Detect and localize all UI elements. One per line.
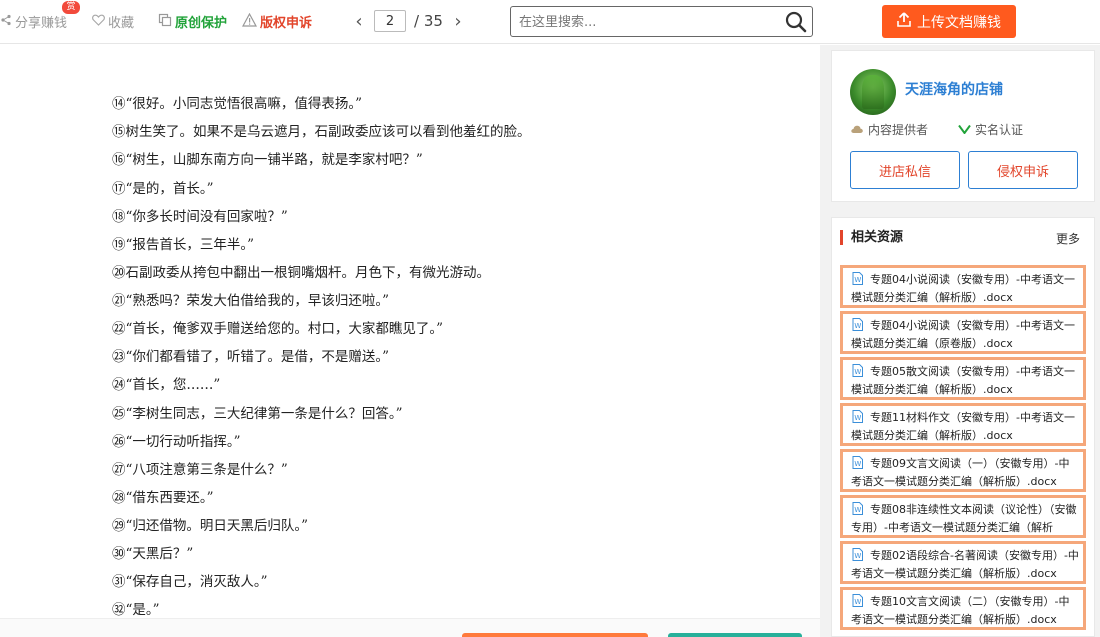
doc-line: ㉘“借东西要还。” <box>112 490 214 506</box>
doc-line: ㉒“首长，俺爹双手赠送给您的。村口，大家都瞧见了。” <box>112 321 444 337</box>
doc-line: ⑱“你多长时间没有回家啦？” <box>112 209 288 225</box>
upload-icon <box>897 12 911 31</box>
page-navigator: ‹ / 35 › <box>352 8 465 34</box>
related-item-title: 专题02语段综合-名著阅读（安徽专用）-中考语文一模试题分类汇编（解析版）.do… <box>851 549 1079 580</box>
search-input[interactable] <box>519 12 779 32</box>
word-doc-icon: W <box>852 272 863 285</box>
word-doc-icon: W <box>852 548 863 561</box>
favorite-label: 收藏 <box>108 16 135 31</box>
search-icon[interactable] <box>784 10 808 34</box>
copy-protect-icon <box>158 13 172 31</box>
doc-line: ㉚“天黑后？” <box>112 546 194 562</box>
favorite-button[interactable]: 收藏 <box>92 12 134 31</box>
doc-line: ⑳石副政委从挎包中翻出一根铜嘴烟杆。月色下，有微光游动。 <box>112 265 490 281</box>
doc-line: ㉗“八项注意第三条是什么？” <box>112 462 288 478</box>
upload-document-button[interactable]: 上传文档赚钱 <box>882 5 1016 38</box>
shop-avatar[interactable] <box>850 69 896 115</box>
related-item[interactable]: W 专题08非连续性文本阅读（议论性）（安徽专用）-中考语文一模试题分类汇编（解析 <box>840 495 1086 538</box>
svg-text:W: W <box>854 322 861 330</box>
related-item[interactable]: W 专题02语段综合-名著阅读（安徽专用）-中考语文一模试题分类汇编（解析版）.d… <box>840 541 1086 584</box>
top-toolbar: 分享赚钱 赏 收藏 原创保护 版权申诉 ‹ / 35 › 上传文档赚钱 <box>0 0 1100 44</box>
word-doc-icon: W <box>852 364 863 377</box>
copyright-complaint-label: 版权申诉 <box>260 16 313 31</box>
word-doc-icon: W <box>852 502 863 515</box>
svg-text:W: W <box>854 368 861 376</box>
svg-text:W: W <box>854 552 861 560</box>
infringement-complaint-button[interactable]: 侵权申诉 <box>968 151 1078 189</box>
word-doc-icon: W <box>852 594 863 607</box>
share-earn-label: 分享赚钱 <box>15 16 68 31</box>
related-item[interactable]: W 专题04小说阅读（安徽专用）-中考语文一模试题分类汇编（原卷版）.docx <box>840 311 1086 354</box>
cloud-icon <box>850 123 864 137</box>
related-item-title: 专题10文言文阅读（二）（安徽专用）-中考语文一模试题分类汇编（解析版）.doc… <box>851 595 1070 626</box>
shop-message-button[interactable]: 进店私信 <box>850 151 960 189</box>
doc-line: ⑭“很好。小同志觉悟很高嘛，值得表扬。” <box>112 96 363 112</box>
reward-badge: 赏 <box>62 1 80 14</box>
search-box <box>510 6 813 37</box>
svg-text:W: W <box>854 414 861 422</box>
doc-line: ㉖“一切行动听指挥。” <box>112 434 241 450</box>
page-total: / 35 <box>414 12 443 30</box>
share-earn-button[interactable]: 分享赚钱 <box>0 12 67 31</box>
secondary-button-partial[interactable] <box>668 633 802 637</box>
verified-label: 实名认证 <box>975 123 1024 137</box>
svg-text:W: W <box>854 276 861 284</box>
next-page-icon[interactable]: › <box>451 11 465 32</box>
shop-name-link[interactable]: 天涯海角的店铺 <box>905 79 1003 99</box>
doc-line: ⑯“树生，山脚东南方向一铺半路，就是李家村吧？” <box>112 152 423 168</box>
more-link[interactable]: 更多 <box>1056 230 1080 247</box>
verified-tag: 实名认证 <box>958 121 1023 138</box>
content-provider-tag: 内容提供者 <box>850 121 928 138</box>
upload-label: 上传文档赚钱 <box>917 14 1001 31</box>
related-item[interactable]: W 专题09文言文阅读（一）（安徽专用）-中考语文一模试题分类汇编（解析版）.do… <box>840 449 1086 492</box>
related-item-title: 专题08非连续性文本阅读（议论性）（安徽专用）-中考语文一模试题分类汇编（解析 <box>851 503 1077 534</box>
page-number-input[interactable] <box>374 10 406 32</box>
related-resources-panel: 相关资源 更多 W 专题04小说阅读（安徽专用）-中考语文一模试题分类汇编（解析版… <box>831 217 1095 637</box>
share-icon <box>0 14 12 30</box>
content-provider-label: 内容提供者 <box>868 123 929 137</box>
word-doc-icon: W <box>852 456 863 469</box>
svg-text:W: W <box>854 460 861 468</box>
doc-line: ㉛“保存自己，消灭敌人。” <box>112 574 268 590</box>
doc-line: ㉓“你们都看错了，听错了。是借，不是赠送。” <box>112 349 390 365</box>
word-doc-icon: W <box>852 410 863 423</box>
related-item-title: 专题11材料作文（安徽专用）-中考语文一模试题分类汇编（解析版）.docx <box>851 411 1075 442</box>
warning-icon <box>241 12 258 31</box>
doc-line: ⑮树生笑了。如果不是乌云遮月，石副政委应该可以看到他羞红的脸。 <box>112 124 531 140</box>
related-title: 相关资源 <box>840 230 903 245</box>
doc-line: ⑲“报告首长，三年半。” <box>112 237 255 253</box>
check-icon <box>958 123 971 137</box>
doc-line: ㉔“首长，您……” <box>112 377 221 393</box>
svg-text:W: W <box>854 598 861 606</box>
svg-text:W: W <box>854 506 861 514</box>
download-button-partial[interactable] <box>462 633 648 637</box>
heart-icon <box>92 14 105 30</box>
related-item-title: 专题04小说阅读（安徽专用）-中考语文一模试题分类汇编（原卷版）.docx <box>851 319 1075 350</box>
related-item[interactable]: W 专题11材料作文（安徽专用）-中考语文一模试题分类汇编（解析版）.docx <box>840 403 1086 446</box>
copyright-complaint-link[interactable]: 版权申诉 <box>241 12 313 31</box>
related-item-title: 专题05散文阅读（安徽专用）-中考语文一模试题分类汇编（解析版）.docx <box>851 365 1075 396</box>
related-item[interactable]: W 专题05散文阅读（安徽专用）-中考语文一模试题分类汇编（解析版）.docx <box>840 357 1086 400</box>
prev-page-icon[interactable]: ‹ <box>352 11 366 32</box>
related-item[interactable]: W 专题04小说阅读（安徽专用）-中考语文一模试题分类汇编（解析版）.docx <box>840 265 1086 308</box>
related-item-title: 专题04小说阅读（安徽专用）-中考语文一模试题分类汇编（解析版）.docx <box>851 273 1075 304</box>
doc-line: ⑰“是的，首长。” <box>112 181 214 197</box>
word-doc-icon: W <box>852 318 863 331</box>
doc-line: ㉑“熟悉吗？荣发大伯借给我的，早该归还啦。” <box>112 293 390 309</box>
doc-line: ㉕“李树生同志，三大纪律第一条是什么？回答。” <box>112 406 403 422</box>
original-protection-label: 原创保护 <box>175 16 228 31</box>
related-item-title: 专题09文言文阅读（一）（安徽专用）-中考语文一模试题分类汇编（解析版）.doc… <box>851 457 1070 488</box>
doc-line: ㉜“是。” <box>112 602 160 618</box>
related-item[interactable]: W 专题10文言文阅读（二）（安徽专用）-中考语文一模试题分类汇编（解析版）.do… <box>840 587 1086 630</box>
shop-card: 天涯海角的店铺 内容提供者 实名认证 进店私信 侵权申诉 <box>831 50 1095 202</box>
doc-line: ㉙“归还借物。明日天黑后归队。” <box>112 518 309 534</box>
original-protection-link[interactable]: 原创保护 <box>158 12 227 31</box>
